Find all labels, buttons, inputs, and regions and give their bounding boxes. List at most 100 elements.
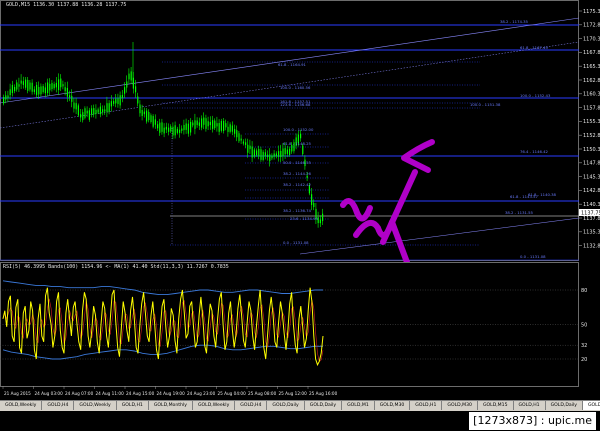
candle-body bbox=[275, 153, 277, 157]
candlesticks bbox=[3, 42, 324, 228]
candle-body bbox=[223, 120, 225, 131]
chart-tab[interactable]: GOLD,H1 bbox=[514, 401, 546, 410]
chart-tab[interactable]: GOLD,Weekly bbox=[0, 401, 43, 410]
candle-body bbox=[9, 89, 11, 95]
candle-body bbox=[38, 86, 40, 95]
price-label: 1157.80 bbox=[583, 105, 600, 111]
price-label: 1172.80 bbox=[583, 23, 600, 29]
fib-label: 100.0 - 1152.00 bbox=[283, 127, 314, 132]
candle-body bbox=[152, 116, 154, 127]
lower-band-line bbox=[2, 344, 323, 360]
candle-body bbox=[62, 84, 64, 87]
fib-label: 38.2 - 1174.35 bbox=[500, 19, 529, 24]
candle-body bbox=[170, 126, 172, 132]
chart-tab[interactable]: GOLD,Daily bbox=[305, 401, 343, 410]
fib-label: 123.6 - 1156.68 bbox=[280, 102, 311, 107]
chart-tab[interactable]: GOLD,H4 bbox=[235, 401, 268, 410]
rsi-indicator-panel[interactable]: 80 50 32 20 21 Aug 2015 24 Aug 03:00 24 Aug 0… bbox=[0, 262, 600, 400]
candle-body bbox=[119, 95, 121, 106]
candle-body bbox=[157, 124, 159, 129]
price-label: 1142.80 bbox=[583, 188, 600, 194]
candle-body bbox=[141, 109, 143, 116]
candle-body bbox=[44, 87, 46, 94]
fib-label: 50.0 - 1146.55 bbox=[283, 160, 312, 165]
price-label: 1152.80 bbox=[583, 133, 600, 139]
candle-body bbox=[97, 109, 99, 113]
candle-body bbox=[212, 120, 214, 129]
chart-tab[interactable]: GOLD,Weekly bbox=[74, 401, 117, 410]
price-chart[interactable]: 38.2 - 1174.35 61.8 - 1167.49 100.0 - 1152… bbox=[0, 0, 600, 262]
candle-body bbox=[5, 95, 7, 100]
candle-body bbox=[280, 150, 282, 158]
time-label: 24 Aug 07:00 bbox=[65, 391, 94, 396]
candle-body bbox=[306, 175, 308, 178]
candle-body bbox=[16, 82, 18, 90]
trend-line-lower bbox=[299, 217, 580, 255]
chart-tab[interactable]: GOLD,M15 bbox=[478, 401, 514, 410]
time-label: 24 Aug 15:00 bbox=[126, 391, 155, 396]
chart-tab[interactable]: GOLD,Monthly bbox=[149, 401, 193, 410]
candle-body bbox=[264, 152, 266, 157]
chart-tab[interactable]: GOLD,M30 bbox=[375, 401, 411, 410]
fib-label: 0.0 - 1131.08 bbox=[283, 240, 309, 245]
price-label: 1155.30 bbox=[583, 119, 600, 125]
candle-body bbox=[40, 86, 42, 95]
candle-body bbox=[234, 128, 236, 134]
candle-body bbox=[196, 120, 198, 126]
candle-body bbox=[190, 121, 192, 133]
candle-body bbox=[121, 95, 123, 99]
candle-body bbox=[165, 126, 167, 130]
candle-body bbox=[11, 85, 13, 93]
candle-body bbox=[284, 148, 286, 155]
candle-body bbox=[80, 114, 82, 118]
candle-body bbox=[185, 123, 187, 130]
chart-tab[interactable]: GOLD,Daily bbox=[582, 401, 600, 410]
chart-tab[interactable]: GOLD,H1 bbox=[410, 401, 443, 410]
candle-body bbox=[251, 146, 253, 158]
chart-tab[interactable]: GOLD,H1 bbox=[117, 401, 149, 410]
candle-body bbox=[192, 122, 194, 126]
rsi-signal-line bbox=[2, 298, 324, 363]
candle-body bbox=[115, 98, 117, 104]
time-label: 21 Aug 2015 bbox=[4, 391, 31, 396]
chart-tab[interactable]: GOLD,M1 bbox=[342, 401, 375, 410]
candle-body bbox=[135, 86, 137, 93]
candle-body bbox=[289, 148, 291, 155]
candle-body bbox=[110, 101, 112, 107]
candle-body bbox=[240, 138, 242, 141]
candle-body bbox=[20, 80, 22, 84]
chart-tab[interactable]: GOLD,Weekly bbox=[193, 401, 236, 410]
candle-body bbox=[150, 115, 152, 122]
candle-body bbox=[231, 125, 233, 132]
candle-body bbox=[260, 149, 262, 160]
rsi-level-label: 80 bbox=[581, 288, 587, 294]
candle-body bbox=[139, 104, 141, 114]
chart-tab[interactable]: GOLD,Daily bbox=[546, 401, 583, 410]
price-label: 1160.30 bbox=[583, 92, 600, 98]
watermark-stamp: [1273x873] : upic.me bbox=[469, 412, 596, 430]
time-label: 24 Aug 23:00 bbox=[187, 391, 216, 396]
price-label: 1165.30 bbox=[583, 64, 600, 70]
chart-tab[interactable]: GOLD,H4 bbox=[42, 401, 75, 410]
candle-body bbox=[64, 87, 66, 92]
candle-body bbox=[25, 79, 27, 88]
candle-body bbox=[102, 109, 104, 113]
candle-body bbox=[282, 148, 284, 157]
indicator-header: RSI(5) 46.3995 Bands(100) 1154.96 <- MA(… bbox=[3, 264, 229, 270]
fib-label: 100.0 - 1151.38 bbox=[470, 102, 501, 107]
candle-body bbox=[104, 109, 106, 112]
candle-body bbox=[3, 97, 5, 104]
candle-body bbox=[51, 83, 53, 90]
candle-body bbox=[88, 110, 90, 120]
candle-body bbox=[225, 123, 227, 128]
current-price-label: 1137.75 bbox=[581, 211, 600, 217]
candle-body bbox=[216, 123, 218, 127]
candle-body bbox=[148, 112, 150, 121]
candle-body bbox=[313, 202, 315, 208]
candle-body bbox=[84, 108, 86, 118]
price-label: 1162.80 bbox=[583, 78, 600, 84]
candle-body bbox=[262, 151, 264, 160]
candle-body bbox=[117, 98, 119, 105]
chart-tab[interactable]: GOLD,Daily bbox=[267, 401, 305, 410]
chart-tab[interactable]: GOLD,M30 bbox=[442, 401, 478, 410]
